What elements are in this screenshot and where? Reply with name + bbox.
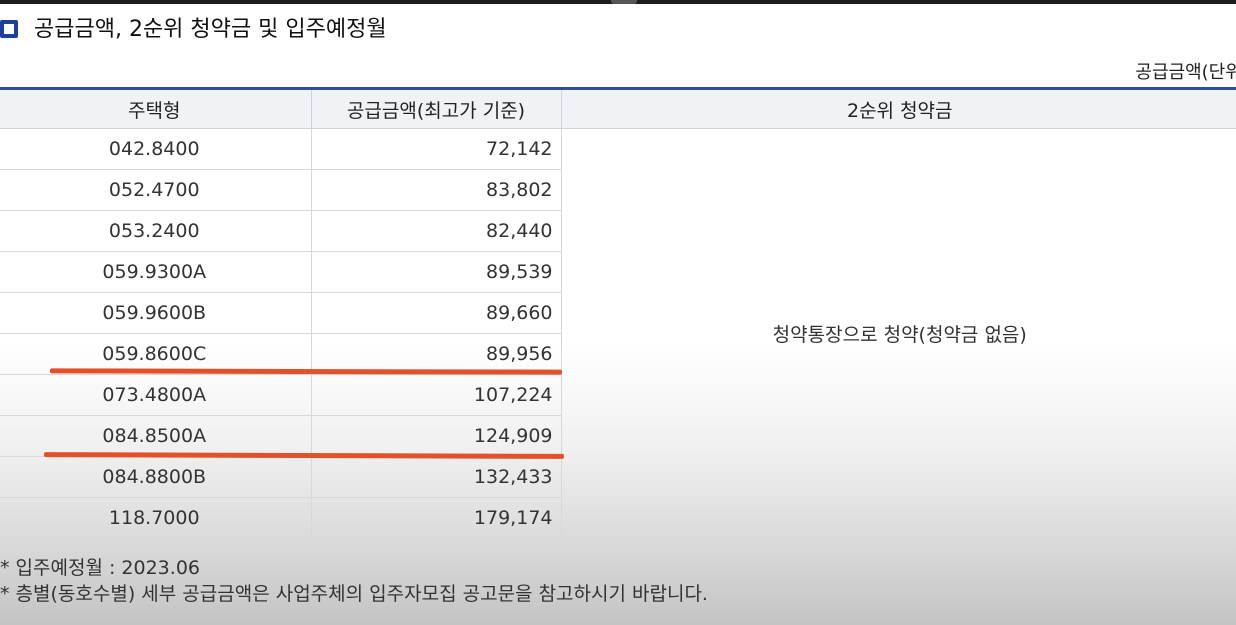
house-type-cell: 052.4700 [0, 169, 312, 211]
supply-price-cell: 107,224 [311, 374, 562, 416]
supply-price-cell: 124,909 [311, 415, 562, 457]
supply-price-cell: 179,174 [311, 497, 562, 539]
unit-note-text: 공급금액(단위:만원) [1135, 62, 1236, 83]
footnote-detail: * 층별(동호수별) 세부 공급금액은 사업주체의 입주자모집 공고문을 참고하… [0, 583, 708, 605]
house-type-cell: 059.9600B [0, 292, 312, 334]
supply-price-cell: 89,539 [311, 251, 562, 293]
table-row: 042.8400 72,142 청약통장으로 청약(청약금 없음) [0, 128, 1236, 539]
section-title: 공급금액, 2순위 청약금 및 입주예정월 [34, 17, 387, 42]
scroll-handle[interactable] [611, 0, 637, 4]
footnotes: * 입주예정월 : 2023.06 * 층별(동호수별) 세부 공급금액은 사업… [0, 555, 708, 607]
house-type-cell: 118.7000 [0, 497, 312, 539]
section-title-row: 공급금액, 2순위 청약금 및 입주예정월 [0, 12, 387, 42]
unit-note: 공급금액(단위:만원) [836, 58, 1236, 84]
house-type-cell: 084.8500A [0, 415, 312, 457]
house-type-cell: 053.2400 [0, 210, 312, 252]
footnote-move-in: * 입주예정월 : 2023.06 [0, 557, 200, 579]
square-bullet-icon [0, 20, 18, 38]
house-type-cell: 042.8400 [0, 128, 312, 170]
supply-price-cell: 89,660 [311, 292, 562, 334]
header-deposit: 2순위 청약금 [561, 88, 1236, 129]
top-strip [0, 0, 1236, 4]
deposit-cell: 청약통장으로 청약(청약금 없음) [561, 128, 1236, 539]
house-type-cell: 084.8800B [0, 456, 312, 498]
supply-price-cell: 83,802 [311, 169, 562, 211]
supply-price-cell: 82,440 [311, 210, 562, 252]
header-house-type: 주택형 [0, 88, 312, 129]
supply-price-cell: 72,142 [311, 128, 562, 170]
supply-price-cell: 132,433 [311, 456, 562, 498]
house-type-cell: 073.4800A [0, 374, 312, 416]
supply-price-table: 주택형 공급금액(최고가 기준) 2순위 청약금 042.8400 72,142… [0, 87, 1236, 539]
table-header-row: 주택형 공급금액(최고가 기준) 2순위 청약금 [0, 88, 1236, 129]
header-supply-price: 공급금액(최고가 기준) [311, 88, 562, 129]
house-type-cell: 059.9300A [0, 251, 312, 293]
